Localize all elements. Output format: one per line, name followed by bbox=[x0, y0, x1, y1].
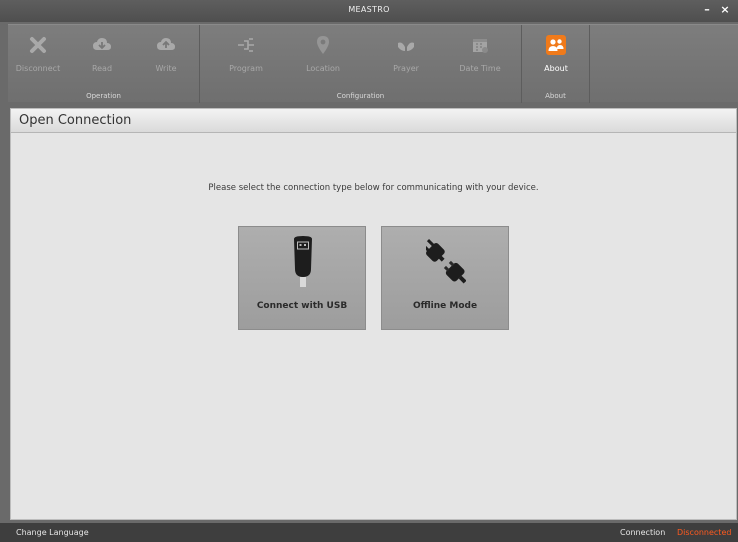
calendar-icon bbox=[473, 39, 488, 53]
cloud-download-icon bbox=[93, 38, 111, 50]
date-time-button[interactable]: Date Time bbox=[452, 31, 508, 87]
panel-title: Open Connection bbox=[19, 113, 132, 128]
program-icon bbox=[238, 38, 254, 52]
prayer-label: Prayer bbox=[393, 64, 419, 73]
panel-header: Open Connection bbox=[11, 109, 736, 133]
program-label: Program bbox=[229, 64, 263, 73]
window-title: MEASTRO bbox=[348, 5, 390, 14]
status-bar: Change Language Connection Disconnected bbox=[0, 523, 738, 542]
offline-mode-label: Offline Mode bbox=[412, 301, 478, 311]
program-button[interactable]: Program bbox=[218, 31, 274, 87]
group-label-configuration: Configuration bbox=[336, 92, 385, 100]
location-label: Location bbox=[306, 64, 340, 73]
usb-stick-icon bbox=[294, 236, 312, 287]
read-button[interactable]: Read bbox=[74, 31, 130, 87]
connection-label: Connection bbox=[620, 528, 666, 537]
location-button[interactable]: Location bbox=[295, 31, 351, 87]
group-label-about: About bbox=[545, 92, 566, 100]
about-label: About bbox=[544, 64, 568, 73]
unplugged-icon bbox=[426, 238, 466, 284]
minimize-button[interactable]: – bbox=[700, 3, 714, 17]
about-button[interactable]: About bbox=[528, 31, 584, 87]
ribbon-group-operation: Disconnect Read Write Operation bbox=[8, 25, 200, 103]
connection-status-badge: Disconnected bbox=[677, 528, 732, 537]
close-x-icon bbox=[30, 37, 46, 53]
disconnect-button[interactable]: Disconnect bbox=[10, 31, 66, 87]
prayer-button[interactable]: Prayer bbox=[378, 31, 434, 87]
change-language-link[interactable]: Change Language bbox=[16, 528, 89, 537]
close-button[interactable]: × bbox=[718, 3, 732, 17]
app-window: MEASTRO – × Disconnect Read Write Operat… bbox=[0, 0, 738, 542]
cloud-upload-icon bbox=[157, 38, 175, 50]
ribbon-group-about: About About bbox=[522, 25, 590, 103]
offline-mode-button[interactable]: Offline Mode bbox=[381, 226, 509, 330]
write-button[interactable]: Write bbox=[138, 31, 194, 87]
connect-usb-label: Connect with USB bbox=[256, 301, 348, 311]
location-pin-icon bbox=[317, 36, 329, 54]
connection-prompt: Please select the connection type below … bbox=[208, 183, 539, 193]
title-bar: MEASTRO – × bbox=[0, 0, 738, 22]
read-label: Read bbox=[91, 64, 113, 73]
date-time-label: Date Time bbox=[459, 64, 501, 73]
ribbon-toolbar: Disconnect Read Write Operation Program … bbox=[8, 24, 738, 103]
group-label-operation: Operation bbox=[86, 92, 121, 100]
prayer-hands-icon bbox=[398, 42, 414, 51]
users-icon bbox=[546, 35, 566, 55]
write-label: Write bbox=[155, 64, 177, 73]
ribbon-group-configuration: Program Location Prayer Date Time Config… bbox=[200, 25, 522, 103]
disconnect-label: Disconnect bbox=[15, 64, 61, 73]
connect-usb-button[interactable]: Connect with USB bbox=[238, 226, 366, 330]
open-connection-panel: Open Connection Please select the connec… bbox=[10, 108, 737, 520]
